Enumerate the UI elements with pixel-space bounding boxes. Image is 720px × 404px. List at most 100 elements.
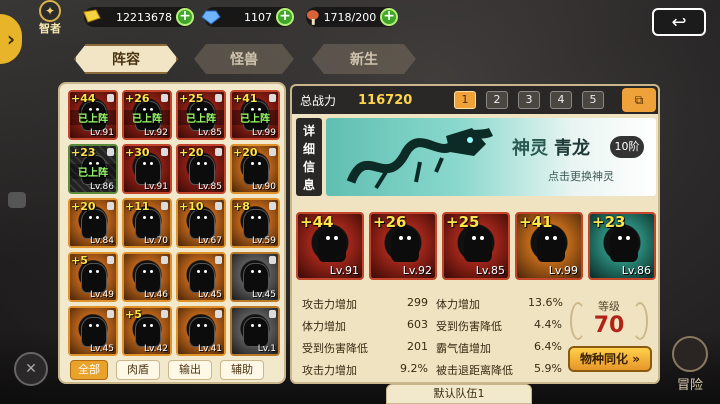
monster-level: Lv.90	[252, 182, 276, 192]
stat-name: 体力增加	[436, 298, 480, 311]
monster-card[interactable]: +20 Lv.85	[176, 144, 226, 194]
add-meat-button[interactable]: +	[380, 8, 398, 26]
stat-value: 9.2%	[400, 362, 428, 375]
default-team-tab[interactable]: 默认队伍1	[386, 384, 532, 404]
monster-card[interactable]: Lv.41	[176, 306, 226, 356]
team-page-3[interactable]: 3	[518, 91, 540, 109]
lock-icon	[161, 148, 168, 156]
adventure-button[interactable]: 冒险	[662, 336, 718, 402]
spirit-banner[interactable]: 神灵 青龙 10阶 点击更换神灵	[326, 118, 656, 196]
stat-value: 4.4%	[534, 318, 562, 331]
monster-level: Lv.84	[90, 236, 114, 246]
team-slot[interactable]: +26 Lv.92	[369, 212, 437, 280]
team-slot[interactable]: +23 Lv.86	[588, 212, 656, 280]
slot-silhouette	[537, 228, 565, 262]
return-arrow-icon: ↩	[671, 11, 687, 33]
team-page-5[interactable]: 5	[582, 91, 604, 109]
monster-card[interactable]: Lv.1	[230, 306, 280, 356]
filter-support[interactable]: 辅助	[220, 360, 264, 380]
monster-silhouette	[244, 156, 268, 184]
monster-card[interactable]: +26 已上阵 Lv.92	[122, 90, 172, 140]
team-slot[interactable]: +25 Lv.85	[442, 212, 510, 280]
monster-card[interactable]: +41 已上阵 Lv.99	[230, 90, 280, 140]
change-spirit-hint[interactable]: 点击更换神灵	[548, 168, 614, 184]
slot-star-level: +26	[373, 213, 407, 231]
slot-star-level: +23	[592, 213, 626, 231]
team-pages: 1 2 3 4 5	[454, 91, 604, 109]
compass-icon	[672, 336, 708, 372]
advisor-button[interactable]: ✦ 智者	[30, 0, 70, 36]
team-slot[interactable]: +44 Lv.91	[296, 212, 364, 280]
monster-card[interactable]: +30 Lv.91	[122, 144, 172, 194]
monster-card[interactable]: +20 Lv.90	[230, 144, 280, 194]
detail-info-label: 详细信息	[302, 124, 315, 192]
monster-level: Lv.1	[257, 344, 276, 354]
lock-icon	[215, 148, 222, 156]
slot-silhouette	[464, 228, 492, 262]
back-button[interactable]: ↩	[652, 8, 706, 36]
monster-card[interactable]: Lv.45	[68, 306, 118, 356]
team-manage-icon[interactable]: ⧉	[622, 88, 656, 112]
monster-card[interactable]: +11 Lv.70	[122, 198, 172, 248]
monster-card[interactable]: +20 Lv.84	[68, 198, 118, 248]
monster-star-level: +5	[71, 254, 88, 267]
monster-card[interactable]: +44 已上阵 Lv.91	[68, 90, 118, 140]
monster-card[interactable]: +25 已上阵 Lv.85	[176, 90, 226, 140]
tab-rebirth[interactable]: 新生	[312, 44, 416, 74]
lock-icon	[269, 94, 276, 102]
monster-level: Lv.92	[144, 128, 168, 138]
monster-card[interactable]: +10 Lv.67	[176, 198, 226, 248]
stat-name: 攻击力增加	[302, 298, 357, 311]
monster-level: Lv.45	[90, 344, 114, 354]
monster-star-level: +11	[125, 200, 150, 213]
tab-lineup[interactable]: 阵容	[74, 44, 178, 74]
deployed-badge: 已上阵	[70, 110, 116, 125]
spirit-rank-badge: 10阶	[610, 136, 644, 158]
roster-panel: +44 已上阵 Lv.91 +26 已上阵 Lv.92 +25 已上阵 Lv.85 +41 已上阵 L…	[58, 82, 286, 384]
species-assimilate-button[interactable]: 物种同化 »	[568, 346, 652, 372]
team-slot[interactable]: +41 Lv.99	[515, 212, 583, 280]
monster-card[interactable]: Lv.45	[230, 252, 280, 302]
lock-icon	[215, 256, 222, 264]
monster-card[interactable]: +8 Lv.59	[230, 198, 280, 248]
team-page-4[interactable]: 4	[550, 91, 572, 109]
lock-icon	[215, 310, 222, 318]
monster-level: Lv.41	[198, 344, 222, 354]
lock-icon	[107, 256, 114, 264]
right-wing-ornament	[632, 302, 648, 340]
monster-card[interactable]: +23 已上阵 Lv.86	[68, 144, 118, 194]
team-page-1[interactable]: 1	[454, 91, 476, 109]
meat-value: 1718/200	[323, 10, 377, 24]
power-bar: 总战力 116720 1 2 3 4 5 ⧉	[292, 86, 658, 114]
filter-tank[interactable]: 肉盾	[116, 360, 160, 380]
add-gold-button[interactable]: +	[176, 8, 194, 26]
lock-icon	[161, 256, 168, 264]
deployed-badge: 已上阵	[124, 110, 170, 125]
lock-icon	[161, 202, 168, 210]
monster-level: Lv.49	[90, 290, 114, 300]
monster-level: Lv.45	[198, 290, 222, 300]
team-page-2[interactable]: 2	[486, 91, 508, 109]
level-badge: 等级 70	[566, 292, 652, 350]
monster-card[interactable]: Lv.46	[122, 252, 172, 302]
monster-card[interactable]: Lv.45	[176, 252, 226, 302]
monster-card[interactable]: +5 Lv.49	[68, 252, 118, 302]
filter-damage[interactable]: 输出	[168, 360, 212, 380]
detail-info-tab[interactable]: 详细信息	[296, 118, 322, 196]
monster-silhouette	[82, 318, 106, 346]
deployed-badge: 已上阵	[70, 164, 116, 179]
monster-silhouette	[190, 210, 214, 238]
add-crystal-button[interactable]: +	[276, 8, 294, 26]
monster-level: Lv.59	[252, 236, 276, 246]
tab-monsters[interactable]: 怪兽	[194, 44, 294, 74]
spirit-name: 青龙	[554, 138, 590, 159]
chat-icon[interactable]	[8, 192, 26, 208]
monster-silhouette	[244, 264, 268, 292]
filter-all[interactable]: 全部	[70, 360, 108, 380]
power-value: 116720	[358, 92, 413, 108]
monster-card[interactable]: +5 Lv.42	[122, 306, 172, 356]
monster-silhouette	[190, 156, 214, 184]
role-filters: 全部 肉盾 输出 辅助	[70, 360, 264, 380]
crossed-swords-icon[interactable]: ✕	[14, 352, 48, 386]
slot-level: Lv.86	[621, 264, 651, 277]
